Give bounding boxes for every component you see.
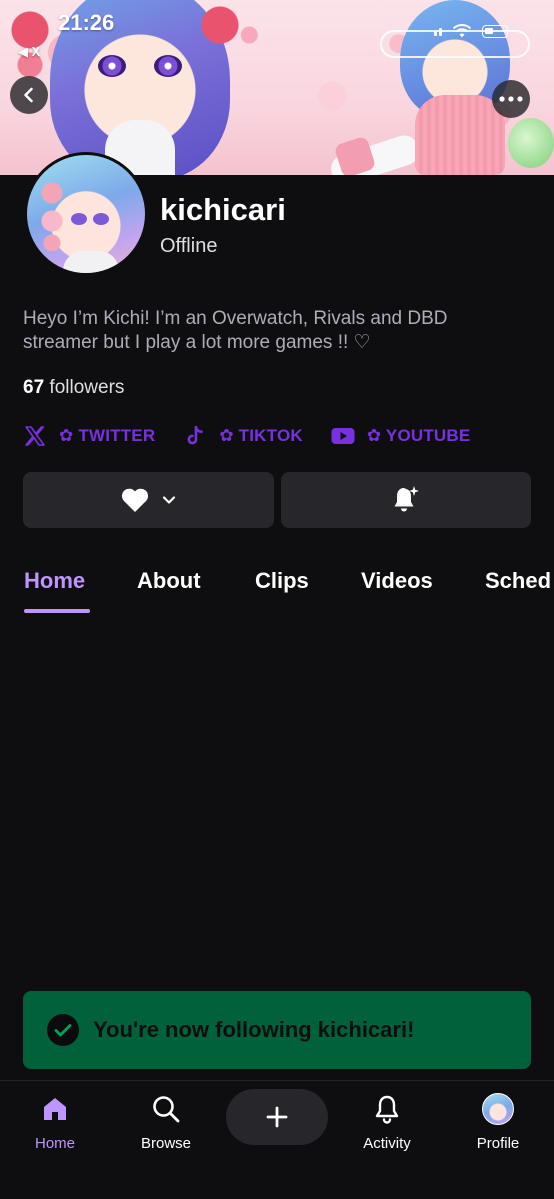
battery-icon (482, 25, 508, 38)
chevron-down-icon (163, 496, 176, 504)
banner-flower-decoration (195, 0, 245, 70)
followers-label: followers (49, 377, 125, 398)
status-time: 21:26 (58, 10, 115, 35)
x-logo-icon (23, 424, 47, 448)
social-link-youtube[interactable]: ✿ YOUTUBE (331, 424, 471, 448)
followers-number: 67 (23, 377, 45, 398)
toast-message: You're now following kichicari! (93, 1017, 415, 1042)
plus-icon (266, 1106, 288, 1128)
channel-bio: Heyo I’m Kichi! I’m an Overwatch, Rivals… (23, 308, 448, 353)
bottom-navigation: Home Browse Activity Profile (0, 1080, 554, 1199)
social-link-tiktok[interactable]: ✿ TIKTOK (183, 424, 303, 448)
social-link-twitter[interactable]: ✿ TWITTER (23, 424, 155, 448)
social-links: ✿ TWITTER ✿ TIKTOK ✿ YOUTUBE (23, 424, 498, 448)
tab-home[interactable]: Home (24, 568, 85, 594)
nav-label: Browse (140, 1135, 192, 1152)
channel-page: 21:26 ◀ X kichicari Offline Heyo I’m Kic… (0, 0, 554, 1199)
tiktok-logo-icon (183, 424, 207, 448)
heart-icon (122, 488, 149, 512)
social-link-label: ✿ TIKTOK (219, 426, 303, 445)
search-icon (150, 1093, 182, 1125)
create-button[interactable] (226, 1089, 328, 1145)
nav-label: Activity (363, 1135, 411, 1152)
nav-home[interactable]: Home (10, 1093, 100, 1152)
channel-actions (23, 472, 531, 528)
bell-icon (371, 1093, 403, 1125)
banner-apple-art (508, 118, 554, 168)
nav-browse[interactable]: Browse (121, 1093, 211, 1152)
channel-username: kichicari (160, 192, 286, 227)
channel-avatar[interactable] (24, 152, 148, 276)
nav-label: Home (34, 1135, 75, 1152)
presence-status: Offline (160, 235, 218, 257)
channel-banner: 21:26 ◀ X (0, 0, 554, 175)
nav-profile[interactable]: Profile (453, 1093, 543, 1152)
nav-label: Profile (476, 1135, 520, 1152)
channel-tabs: Home About Clips Videos Sched (0, 560, 554, 616)
more-options-button[interactable] (492, 80, 530, 118)
nav-activity[interactable]: Activity (342, 1093, 432, 1152)
active-tab-indicator (24, 609, 90, 613)
youtube-logo-icon (331, 424, 355, 448)
tab-schedule[interactable]: Sched (485, 568, 551, 594)
more-dots-icon (499, 96, 523, 102)
cellular-signal-icon (434, 27, 442, 36)
tab-videos[interactable]: Videos (361, 568, 433, 594)
check-circle-icon (47, 1014, 79, 1046)
back-to-app-link[interactable]: ◀ X (18, 44, 40, 60)
chevron-left-icon (24, 87, 33, 103)
profile-avatar (482, 1093, 514, 1125)
followers-count[interactable]: 67 followers (23, 377, 124, 399)
social-link-label: ✿ TWITTER (59, 426, 156, 445)
tab-clips[interactable]: Clips (255, 568, 309, 594)
back-button[interactable] (10, 76, 48, 114)
social-link-label: ✿ YOUTUBE (366, 426, 471, 445)
follow-confirmation-toast: You're now following kichicari! (23, 991, 531, 1069)
tab-about[interactable]: About (137, 568, 201, 594)
home-icon (39, 1093, 71, 1125)
bell-sparkle-icon (394, 486, 419, 512)
status-indicators (434, 24, 508, 39)
wifi-icon (452, 24, 472, 38)
notifications-button[interactable] (280, 472, 531, 528)
follow-menu-button[interactable] (23, 472, 274, 528)
